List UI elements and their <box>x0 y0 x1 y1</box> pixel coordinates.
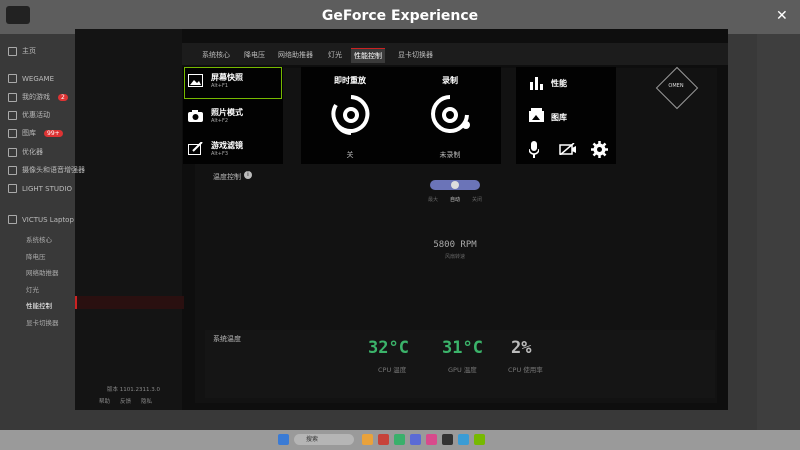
close-icon[interactable]: ✕ <box>776 8 788 24</box>
light-studio-icon <box>8 184 17 193</box>
gallery-icon <box>8 128 17 138</box>
app-version: 版本 1101.2311.3.0 <box>107 387 160 393</box>
instant-replay-icon[interactable] <box>331 93 371 137</box>
image-icon <box>188 74 203 87</box>
laptop-icon <box>8 215 17 224</box>
omen-logo-text: OMEN <box>668 83 684 89</box>
app-icon[interactable] <box>426 434 437 445</box>
camera-icon <box>8 165 17 175</box>
gallery-icon[interactable] <box>528 108 545 123</box>
app-icon[interactable] <box>394 434 405 445</box>
cpu-temp-value: 32°C <box>368 338 409 358</box>
sidebar-item-optimizer[interactable]: 优化器 <box>8 147 43 157</box>
performance-icon[interactable] <box>529 76 543 90</box>
app-icon[interactable] <box>378 434 389 445</box>
sidebar-item-deals[interactable]: 优惠活动 <box>8 110 50 120</box>
tab-network[interactable]: 网络助推器 <box>275 48 316 62</box>
tab-lighting[interactable]: 灯光 <box>325 48 345 62</box>
camera-off-icon[interactable] <box>559 143 577 155</box>
sidebar-sub-performance[interactable]: 性能控制 <box>26 300 52 310</box>
deals-icon <box>8 110 17 120</box>
gpu-temp-value: 31°C <box>442 338 483 358</box>
cpu-temp-label: CPU 温度 <box>378 366 407 374</box>
app-icon[interactable] <box>410 434 421 445</box>
photo-mode-button[interactable]: 照片模式 Alt+F2 <box>188 107 243 124</box>
sidebar-item-camera[interactable]: 摄像头和语音增强器 <box>8 165 85 175</box>
info-icon[interactable]: i <box>244 171 252 179</box>
instant-replay-title: 即时重放 <box>334 76 366 85</box>
gallery-badge: 99+ <box>44 129 63 137</box>
cpu-usage-label: CPU 使用率 <box>508 366 543 374</box>
temp-control-label: 温度控制 <box>213 173 241 181</box>
performance-label[interactable]: 性能 <box>551 78 567 89</box>
sidebar-sub-system-core[interactable]: 系统核心 <box>26 234 52 244</box>
taskbar: 搜索 <box>0 430 800 450</box>
sidebar <box>75 29 182 410</box>
sidebar-sub-gpu-switch[interactable]: 显卡切换器 <box>26 317 59 327</box>
sidebar-footer: 帮助 反馈 隐私 <box>99 397 152 405</box>
feedback-link[interactable]: 反馈 <box>120 397 131 405</box>
sidebar-item-gallery[interactable]: 图库 99+ <box>8 128 63 138</box>
instant-replay-status: 关 <box>346 151 354 159</box>
sidebar-sub-network[interactable]: 网络助推器 <box>26 267 59 277</box>
record-status: 未录制 <box>439 151 461 159</box>
app-icon[interactable] <box>362 434 373 445</box>
gallery-label[interactable]: 图库 <box>551 112 567 123</box>
filter-icon <box>188 142 203 155</box>
tab-performance[interactable]: 性能控制 <box>351 48 385 63</box>
fan-mode-labels: 最大 自动 关闭 <box>428 197 483 203</box>
sidebar-item-victus[interactable]: VICTUS Laptop <box>8 215 74 224</box>
system-temp-label: 系统温度 <box>213 335 241 343</box>
game-filter-button[interactable]: 游戏滤镜 Alt+F3 <box>188 140 243 157</box>
fan-mode-knob[interactable] <box>451 181 459 189</box>
sidebar-item-wegame[interactable]: WEGAME <box>8 74 54 83</box>
app-icon[interactable] <box>458 434 469 445</box>
start-icon[interactable] <box>278 434 289 445</box>
sidebar-sub-undervolt[interactable]: 降电压 <box>26 251 46 261</box>
app-icon[interactable] <box>442 434 453 445</box>
record-icon[interactable] <box>430 93 474 137</box>
screenshot-button[interactable]: 屏幕快照 Alt+F1 <box>188 72 243 89</box>
games-icon <box>8 92 17 102</box>
tab-gpu-switch[interactable]: 显卡切换器 <box>395 48 436 62</box>
fan-speed: 5800 RPM <box>433 240 477 250</box>
app-icon[interactable] <box>474 434 485 445</box>
record-title: 录制 <box>442 76 458 85</box>
help-link[interactable]: 帮助 <box>99 397 110 405</box>
sidebar-sub-lighting[interactable]: 灯光 <box>26 284 39 294</box>
fan-speed-label: 风扇转速 <box>444 254 465 260</box>
sidebar-active-indicator <box>75 296 184 309</box>
home-icon <box>8 46 17 56</box>
sidebar-item-games[interactable]: 我的游戏 2 <box>8 92 68 102</box>
gear-icon[interactable] <box>591 141 608 158</box>
cpu-usage-value: 2% <box>511 338 532 358</box>
overlay-title: GeForce Experience <box>321 8 479 24</box>
optimizer-icon <box>8 147 17 157</box>
gpu-temp-label: GPU 温度 <box>448 366 477 374</box>
microphone-icon[interactable] <box>529 141 539 158</box>
sidebar-item-light-studio[interactable]: LIGHT STUDIO <box>8 184 72 193</box>
sidebar-item-home[interactable]: 主页 <box>8 46 36 56</box>
taskbar-search[interactable]: 搜索 <box>294 434 354 445</box>
tab-undervolt[interactable]: 降电压 <box>241 48 268 62</box>
wegame-icon <box>8 74 17 83</box>
games-badge: 2 <box>58 93 68 101</box>
camera-icon <box>188 110 203 122</box>
privacy-link[interactable]: 隐私 <box>141 397 152 405</box>
tab-system-core[interactable]: 系统核心 <box>199 48 233 62</box>
